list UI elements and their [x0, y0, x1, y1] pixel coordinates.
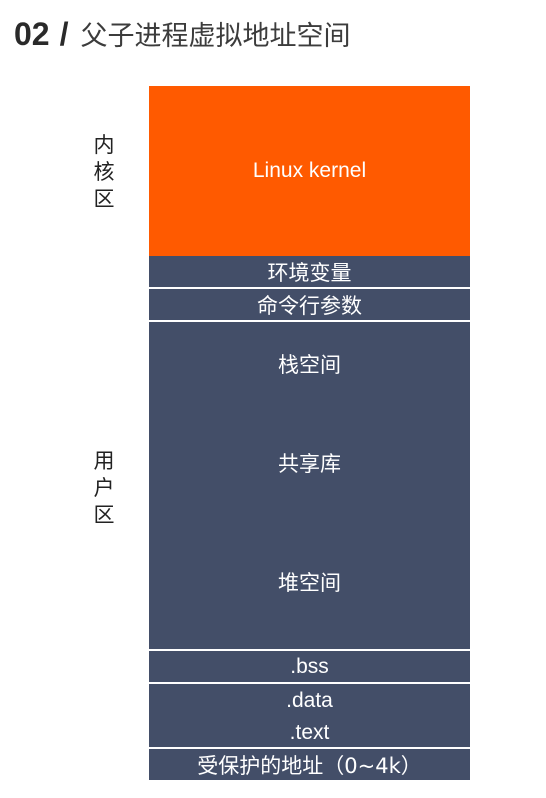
bss-label: .bss	[290, 655, 329, 678]
user-area-char-3: 区	[93, 503, 115, 527]
env-vars-label: 环境变量	[267, 261, 352, 285]
bss-segment: .bss	[149, 651, 470, 683]
protected-label: 受保护的地址（0~4k）	[197, 753, 422, 778]
user-area-label: 用 户 区	[92, 448, 116, 529]
protected-segment: 受保护的地址（0~4k）	[149, 749, 470, 780]
cmd-args-segment: 命令行参数	[149, 289, 470, 321]
kernel-region: Linux kernel	[149, 86, 470, 256]
kernel-area-label: 内 核 区	[92, 132, 116, 213]
kernel-area-char-2: 核	[93, 160, 115, 184]
env-vars-segment: 环境变量	[149, 256, 470, 288]
text-label: .text	[289, 721, 330, 744]
section-number: 02	[14, 16, 50, 52]
page-header: 02 / 父子进程虚拟地址空间	[14, 14, 350, 54]
kernel-label: Linux kernel	[252, 159, 367, 182]
data-label: .data	[286, 689, 333, 712]
memory-layout-diagram: Linux kernel 环境变量 命令行参数 栈空间 共享库 堆空间 .bss…	[149, 86, 470, 780]
user-area-char-1: 用	[93, 449, 115, 473]
shared-lib-label: 共享库	[278, 452, 341, 476]
cmd-args-label: 命令行参数	[257, 294, 362, 318]
stack-label: 栈空间	[278, 353, 341, 377]
user-area-char-2: 户	[93, 476, 115, 500]
page-title: 父子进程虚拟地址空间	[80, 21, 351, 52]
kernel-area-char-3: 区	[93, 187, 115, 211]
heap-label: 堆空间	[278, 571, 341, 595]
kernel-area-char-1: 内	[93, 133, 115, 157]
section-separator: /	[59, 16, 69, 52]
